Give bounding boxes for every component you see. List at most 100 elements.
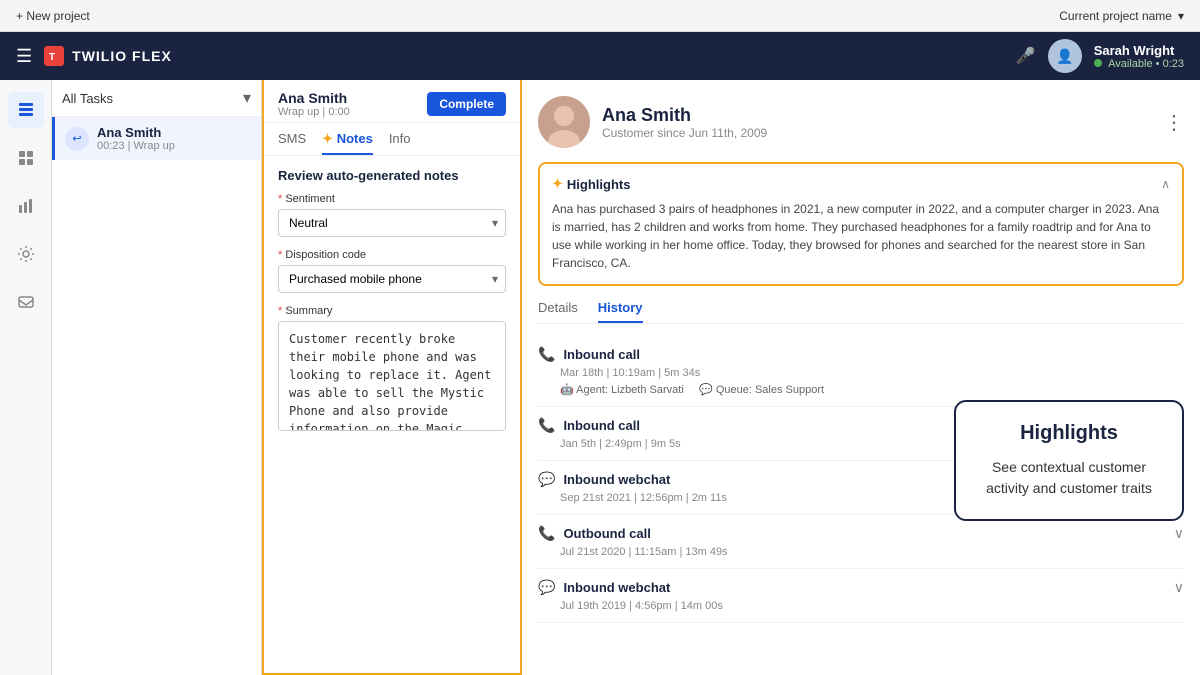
task-name: Ana Smith	[97, 125, 251, 140]
customer-avatar	[538, 96, 590, 148]
user-timer: 0:23	[1163, 58, 1184, 70]
expand-button-5[interactable]: ∨	[1174, 579, 1184, 596]
user-name: Sarah Wright	[1094, 43, 1184, 58]
history-item-left-3: 💬 Inbound webchat	[538, 471, 670, 488]
brand: T TWILIO FLEX	[44, 46, 172, 66]
task-info: Ana Smith 00:23 | Wrap up	[97, 125, 251, 152]
task-panel: All Tasks ▾ ↩ Ana Smith 00:23 | Wrap up	[52, 80, 262, 675]
history-sub-1: 🤖 Agent: Lizbeth Sarvati 💬 Queue: Sales …	[560, 383, 1184, 396]
task-icon: ↩	[65, 127, 89, 151]
history-item-left-4: 📞 Outbound call	[538, 525, 651, 542]
task-panel-chevron[interactable]: ▾	[243, 88, 251, 108]
detail-tabs: Details History	[538, 300, 1184, 324]
mic-icon[interactable]: 🎤	[1016, 46, 1036, 66]
notes-title-row: Ana Smith Wrap up | 0:00 Complete	[278, 90, 506, 118]
history-item-left-2: 📞 Inbound call	[538, 417, 640, 434]
highlights-callout-title: Highlights	[976, 422, 1162, 445]
history-item-header-1: 📞 Inbound call	[538, 346, 1184, 363]
tab-details[interactable]: Details	[538, 300, 578, 323]
tab-info[interactable]: Info	[389, 131, 411, 155]
top-bar: + New project Current project name ▾	[0, 0, 1200, 32]
expand-button-4[interactable]: ∨	[1174, 525, 1184, 542]
customer-panel: Ana Smith Customer since Jun 11th, 2009 …	[522, 80, 1200, 675]
task-item[interactable]: ↩ Ana Smith 00:23 | Wrap up	[52, 117, 261, 160]
highlights-callout-description: See contextual customer activity and cus…	[976, 457, 1162, 499]
customer-info: Ana Smith Customer since Jun 11th, 2009	[538, 96, 767, 148]
new-project-button[interactable]: + New project	[16, 9, 90, 23]
queue-label: 💬 Queue: Sales Support	[699, 384, 824, 396]
history-type-3: Inbound webchat	[563, 472, 670, 487]
disposition-select[interactable]: Purchased mobile phone	[278, 265, 506, 293]
disposition-select-wrapper: Purchased mobile phone	[278, 265, 506, 293]
customer-name: Ana Smith	[602, 105, 767, 126]
agent-label: 🤖 Agent: Lizbeth Sarvati	[560, 384, 684, 396]
user-status: Available • 0:23	[1094, 58, 1184, 70]
customer-header: Ana Smith Customer since Jun 11th, 2009 …	[538, 96, 1184, 148]
highlights-box: ✦ Highlights ∧ Ana has purchased 3 pairs…	[538, 162, 1184, 286]
customer-name-block: Ana Smith Customer since Jun 11th, 2009	[602, 105, 767, 140]
history-type-4: Outbound call	[563, 526, 650, 541]
sidebar-icon-inbox[interactable]	[8, 284, 44, 320]
history-type-1: Inbound call	[563, 347, 640, 362]
call-icon-4: 📞	[538, 525, 555, 542]
call-icon-2: 📞	[538, 417, 555, 434]
task-panel-title: All Tasks	[62, 91, 113, 106]
notes-tabs: SMS ✦ Notes Info	[264, 123, 520, 156]
history-type-5: Inbound webchat	[563, 580, 670, 595]
history-item-left-1: 📞 Inbound call	[538, 346, 640, 363]
sidebar-icon-chart[interactable]	[8, 188, 44, 224]
more-options-button[interactable]: ⋮	[1164, 110, 1184, 135]
history-type-2: Inbound call	[563, 418, 640, 433]
tab-history[interactable]: History	[598, 300, 643, 323]
task-panel-header: All Tasks ▾	[52, 80, 261, 117]
sentiment-select[interactable]: Neutral	[278, 209, 506, 237]
brand-name: TWILIO FLEX	[72, 48, 172, 64]
history-meta-4: Jul 21st 2020 | 11:15am | 13m 49s	[560, 546, 1184, 558]
hamburger-icon[interactable]: ☰	[16, 46, 32, 67]
nav-left: ☰ T TWILIO FLEX	[16, 46, 172, 67]
highlights-star-icon: ✦	[552, 176, 563, 192]
notes-agent-meta: Wrap up | 0:00	[278, 106, 350, 118]
highlights-title: ✦ Highlights	[552, 176, 630, 192]
sparkle-icon: ✦	[322, 131, 337, 146]
disposition-label: * Disposition code	[278, 249, 506, 261]
top-bar-left: + New project	[16, 9, 90, 23]
main-content: All Tasks ▾ ↩ Ana Smith 00:23 | Wrap up …	[0, 80, 1200, 675]
tab-sms[interactable]: SMS	[278, 131, 306, 155]
svg-text:T: T	[49, 52, 55, 63]
avatar: 👤	[1048, 39, 1082, 73]
highlights-callout: Highlights See contextual customer activ…	[954, 400, 1184, 521]
sidebar-icons	[0, 80, 52, 675]
status-separator: •	[1156, 58, 1163, 70]
sidebar-icon-tasks[interactable]	[8, 92, 44, 128]
brand-logo: T	[44, 46, 64, 66]
top-bar-right: Current project name ▾	[1059, 9, 1184, 23]
status-dot	[1094, 59, 1102, 67]
highlights-collapse-icon[interactable]: ∧	[1161, 177, 1170, 191]
tab-notes[interactable]: ✦ Notes	[322, 131, 373, 155]
complete-button[interactable]: Complete	[427, 92, 506, 116]
history-item-header-4: 📞 Outbound call ∨	[538, 525, 1184, 542]
sidebar-icon-settings[interactable]	[8, 236, 44, 272]
sidebar-icon-grid[interactable]	[8, 140, 44, 176]
history-item: 📞 Inbound call Mar 18th | 10:19am | 5m 3…	[538, 336, 1184, 407]
task-meta: 00:23 | Wrap up	[97, 140, 251, 152]
user-info: Sarah Wright Available • 0:23	[1094, 43, 1184, 70]
notes-agent-header: Ana Smith Wrap up | 0:00	[278, 90, 350, 118]
nav-right: 🎤 👤 Sarah Wright Available • 0:23	[1016, 39, 1184, 73]
history-item-5: 💬 Inbound webchat ∨ Jul 19th 2019 | 4:56…	[538, 569, 1184, 623]
current-project-label: Current project name	[1059, 9, 1172, 23]
summary-textarea[interactable]: Customer recently broke their mobile pho…	[278, 321, 506, 431]
sentiment-label: * Sentiment	[278, 193, 506, 205]
status-text: Available	[1108, 58, 1152, 70]
history-item-4: 📞 Outbound call ∨ Jul 21st 2020 | 11:15a…	[538, 515, 1184, 569]
history-item-header-5: 💬 Inbound webchat ∨	[538, 579, 1184, 596]
highlights-header: ✦ Highlights ∧	[552, 176, 1170, 192]
sentiment-select-wrapper: Neutral	[278, 209, 506, 237]
highlights-text: Ana has purchased 3 pairs of headphones …	[552, 200, 1170, 272]
summary-label: * Summary	[278, 305, 506, 317]
history-meta-5: Jul 19th 2019 | 4:56pm | 14m 00s	[560, 600, 1184, 612]
chat-icon-5: 💬	[538, 579, 555, 596]
chevron-down-icon[interactable]: ▾	[1178, 9, 1184, 23]
notes-section-title: Review auto-generated notes	[278, 168, 506, 183]
